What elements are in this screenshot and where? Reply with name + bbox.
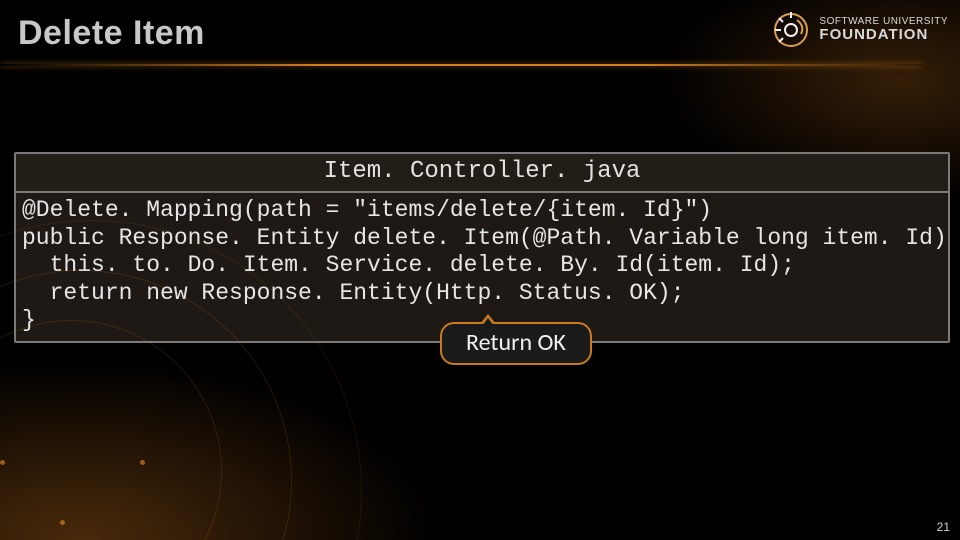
lightbulb-gear-icon (771, 10, 811, 50)
logo: SOFTWARE UNIVERSITY FOUNDATION (771, 10, 948, 50)
page-number: 21 (937, 520, 950, 534)
logo-text: SOFTWARE UNIVERSITY FOUNDATION (819, 16, 948, 44)
callout-return-ok: Return OK (440, 322, 592, 365)
slide: Delete Item SOFTWARE UNIVERSITY FOUNDATI… (0, 0, 960, 540)
divider (0, 64, 922, 66)
slide-title: Delete Item (18, 14, 205, 53)
code-panel-header: Item. Controller. java (16, 154, 948, 193)
logo-line2: FOUNDATION (819, 27, 948, 44)
